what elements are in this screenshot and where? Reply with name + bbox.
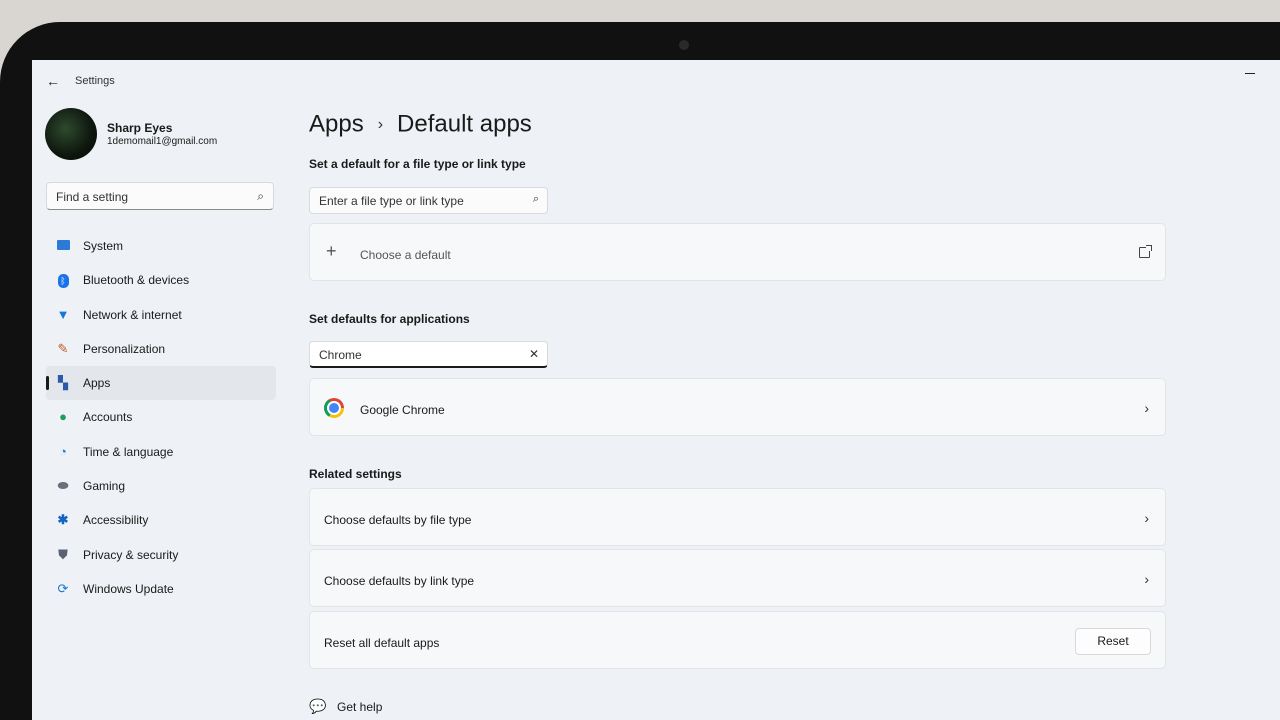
breadcrumb-parent[interactable]: Apps	[309, 111, 364, 138]
shield-icon: ⛊	[58, 546, 68, 562]
minimize-button[interactable]	[1245, 73, 1255, 74]
sidebar-item-label: Time & language	[83, 444, 174, 459]
reset-defaults-label: Reset all default apps	[324, 636, 440, 650]
applications-heading: Set defaults for applications	[309, 312, 470, 326]
gamepad-icon: ⬬	[57, 478, 69, 494]
sidebar-item-windows-update[interactable]: ⟳ Windows Update	[46, 572, 276, 606]
profile-name: Sharp Eyes	[107, 121, 173, 135]
choose-default-card[interactable]: + Choose a default	[309, 223, 1166, 281]
defaults-by-file-type-label: Choose defaults by file type	[324, 513, 472, 527]
plus-icon: +	[326, 241, 337, 261]
file-type-heading: Set a default for a file type or link ty…	[309, 157, 526, 171]
file-type-search-input[interactable]: Enter a file type or link type ⌕	[309, 187, 548, 214]
sidebar-item-label: Apps	[83, 376, 111, 391]
app-result-label: Google Chrome	[360, 403, 445, 417]
monitor-icon	[55, 238, 71, 254]
accessibility-icon: ✱	[57, 512, 69, 528]
sidebar-item-label: Windows Update	[83, 581, 174, 596]
related-settings-heading: Related settings	[309, 467, 402, 481]
sidebar-nav: System ᛒ Bluetooth & devices ▼ Network &…	[46, 229, 276, 606]
choose-default-label: Choose a default	[360, 248, 451, 262]
sidebar-item-accessibility[interactable]: ✱ Accessibility	[46, 503, 276, 537]
clear-icon[interactable]: ✕	[529, 347, 539, 361]
sidebar-item-label: Accessibility	[83, 513, 149, 528]
help-chat-icon: 💬	[309, 698, 327, 714]
brush-icon: ✎	[57, 340, 69, 356]
sidebar-item-gaming[interactable]: ⬬ Gaming	[46, 469, 276, 503]
sidebar-item-label: Network & internet	[83, 307, 182, 322]
update-icon: ⟳	[57, 580, 69, 596]
sidebar-item-label: Accounts	[83, 410, 133, 425]
active-indicator	[46, 376, 49, 391]
reset-defaults-card: Reset all default apps Reset	[309, 611, 1166, 669]
defaults-by-file-type-card[interactable]: Choose defaults by file type ›	[309, 488, 1166, 546]
sidebar-item-label: Gaming	[83, 479, 126, 494]
search-icon: ⌕	[257, 189, 264, 203]
file-type-search-placeholder: Enter a file type or link type	[319, 194, 464, 208]
bluetooth-icon: ᛒ	[55, 272, 71, 289]
sidebar-item-network[interactable]: ▼ Network & internet	[46, 298, 276, 332]
app-search-value: Chrome	[319, 348, 362, 362]
reset-button[interactable]: Reset	[1075, 628, 1151, 655]
window-title: Settings	[75, 75, 115, 87]
find-setting-input[interactable]: Find a setting ⌕	[46, 182, 274, 210]
sidebar-item-accounts[interactable]: ● Accounts	[46, 400, 276, 434]
sidebar-item-system[interactable]: System	[46, 229, 276, 263]
globe-clock-icon: ◔	[59, 443, 67, 459]
open-external-icon	[1139, 245, 1152, 258]
webcam	[679, 40, 689, 50]
back-arrow-icon[interactable]: ←	[44, 72, 62, 90]
find-setting-placeholder: Find a setting	[56, 190, 129, 204]
sidebar-item-label: Bluetooth & devices	[83, 273, 190, 288]
settings-window: ← Settings Sharp Eyes 1demomail1@gmail.c…	[32, 60, 1280, 720]
defaults-by-link-type-card[interactable]: Choose defaults by link type ›	[309, 549, 1166, 607]
chevron-right-icon: ›	[1144, 400, 1149, 416]
google-chrome-card[interactable]: Google Chrome ›	[309, 378, 1166, 436]
avatar	[45, 108, 97, 160]
sidebar-item-apps[interactable]: ▚ Apps	[46, 366, 276, 401]
sidebar-item-label: Personalization	[83, 341, 166, 356]
chrome-icon	[324, 398, 344, 418]
sidebar-item-bluetooth[interactable]: ᛒ Bluetooth & devices	[46, 263, 276, 297]
sidebar-item-time-language[interactable]: ◔ Time & language	[46, 435, 276, 469]
sidebar-item-privacy[interactable]: ⛊ Privacy & security	[46, 538, 276, 572]
app-search-input[interactable]: Chrome ✕	[309, 341, 548, 368]
breadcrumb: Apps › Default apps	[309, 110, 532, 139]
page-title: Default apps	[397, 110, 532, 138]
profile-email: 1demomail1@gmail.com	[107, 136, 218, 147]
title-bar: ← Settings	[32, 60, 1280, 102]
sidebar-item-label: Privacy & security	[83, 547, 179, 562]
breadcrumb-separator: ›	[377, 115, 384, 133]
get-help-label: Get help	[337, 700, 383, 714]
chevron-right-icon: ›	[1144, 571, 1149, 587]
wifi-icon: ▼	[56, 306, 70, 322]
defaults-by-link-type-label: Choose defaults by link type	[324, 574, 475, 588]
sidebar-item-label: System	[83, 239, 124, 253]
sidebar-item-personalization[interactable]: ✎ Personalization	[46, 332, 276, 366]
chevron-right-icon: ›	[1144, 510, 1149, 526]
person-icon: ●	[59, 409, 67, 425]
apps-icon: ▚	[58, 375, 68, 391]
search-icon: ⌕	[532, 193, 539, 205]
